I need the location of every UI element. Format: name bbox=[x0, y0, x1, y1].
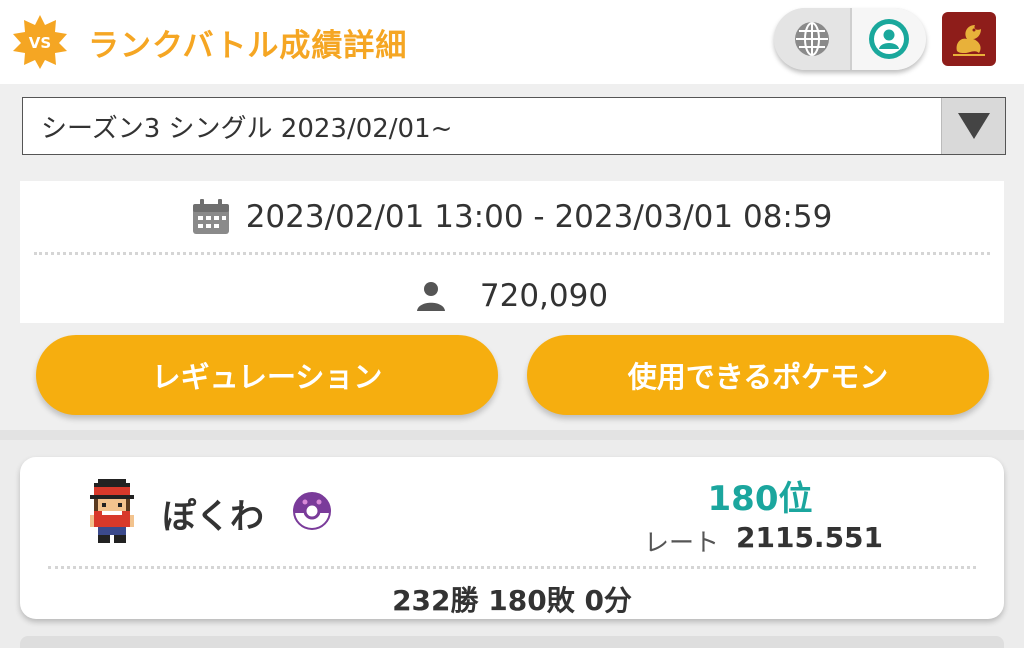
section-separator bbox=[0, 430, 1024, 440]
win-loss-record: 232勝 180敗 0分 bbox=[392, 584, 632, 617]
profile-icon bbox=[869, 19, 909, 59]
page-title: ランクバトル成績詳細 bbox=[88, 28, 408, 64]
season-period-text: 2023/02/01 13:00 - 2023/03/01 08:59 bbox=[245, 199, 833, 235]
regulation-button[interactable]: レギュレーション bbox=[36, 335, 498, 415]
next-card-peek bbox=[20, 636, 1004, 648]
global-view-button[interactable] bbox=[774, 8, 850, 70]
svg-text:VS: VS bbox=[29, 34, 51, 52]
vs-badge-icon: VS bbox=[12, 14, 68, 70]
usable-pokemon-button[interactable]: 使用できるポケモン bbox=[527, 335, 989, 415]
player-name: ぽくわ bbox=[162, 497, 264, 537]
personal-view-button[interactable] bbox=[850, 8, 926, 70]
rate-value: 2115.551 bbox=[736, 521, 884, 554]
calendar-icon bbox=[192, 199, 230, 235]
player-count-text: 720,090 bbox=[479, 278, 609, 314]
divider bbox=[48, 566, 976, 569]
triangle-down-icon bbox=[957, 113, 990, 139]
season-period-row: 2023/02/01 13:00 - 2023/03/01 08:59 bbox=[20, 195, 1004, 239]
dragon-emblem-icon bbox=[953, 25, 985, 56]
trainer-avatar-icon bbox=[86, 479, 138, 543]
player-rank-card[interactable]: ぽくわ 180位 レート 2115.551 232勝 180敗 0分 bbox=[20, 457, 1004, 619]
player-rank: 180位 bbox=[707, 479, 813, 519]
rate-label: レート bbox=[644, 528, 720, 557]
person-icon bbox=[416, 281, 446, 311]
region-emblem-button[interactable] bbox=[942, 12, 996, 66]
master-ball-icon bbox=[292, 491, 332, 531]
globe-icon bbox=[795, 22, 829, 56]
view-toggle bbox=[774, 8, 926, 70]
season-select[interactable]: シーズン3 シングル 2023/02/01~ bbox=[22, 97, 1006, 155]
divider bbox=[34, 252, 990, 255]
player-count-row: 720,090 bbox=[20, 274, 1004, 318]
app-header: VS ランクバトル成績詳細 bbox=[0, 0, 1024, 84]
season-select-value: シーズン3 シングル 2023/02/01~ bbox=[41, 113, 453, 144]
season-info-panel: 2023/02/01 13:00 - 2023/03/01 08:59 720,… bbox=[20, 181, 1004, 323]
select-arrow-button[interactable] bbox=[941, 98, 1005, 154]
